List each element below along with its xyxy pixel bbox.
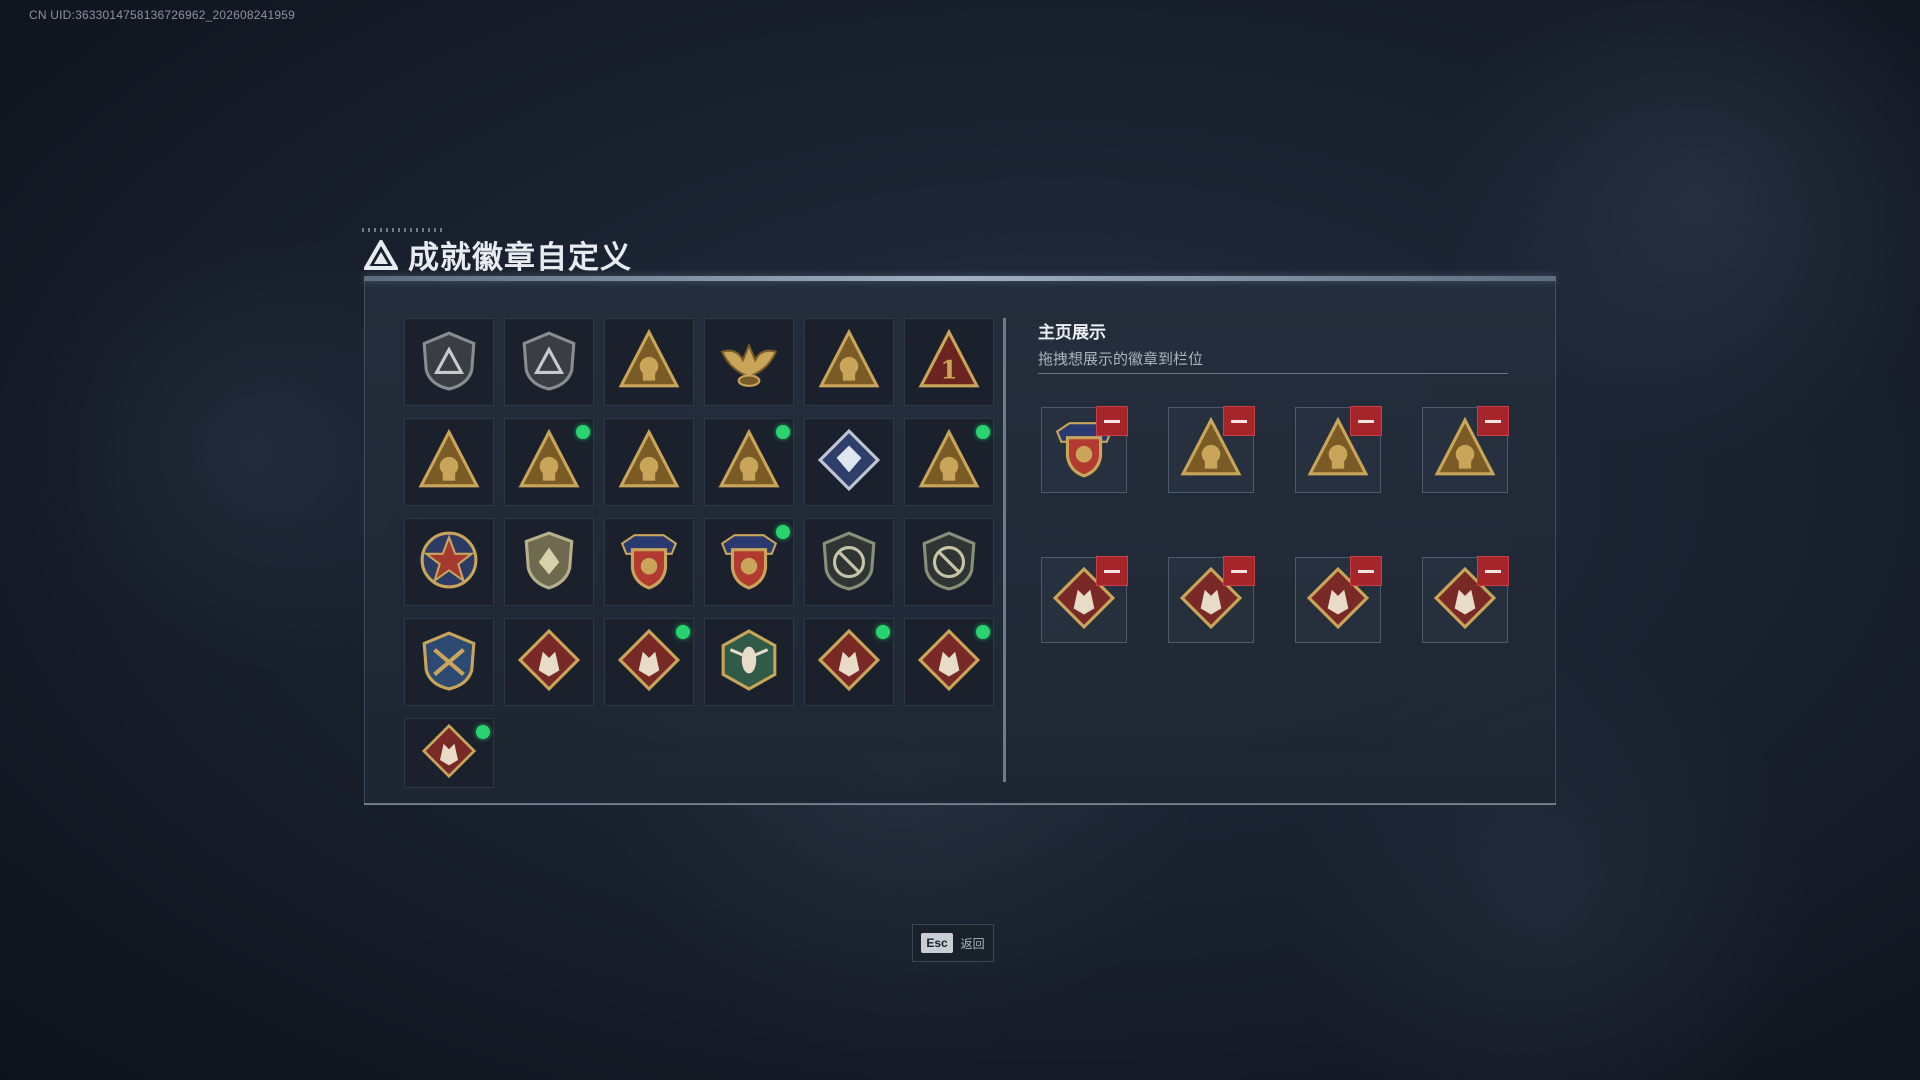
no-rifle-shield-icon [918,529,980,596]
showcase-slot[interactable] [1041,556,1128,643]
remove-badge-button[interactable] [1477,406,1509,436]
uid-text: CN UID:3633014758136726962_202608241959 [29,8,296,22]
back-button[interactable]: Esc 返回 [912,924,994,962]
remove-badge-button[interactable] [1477,556,1509,586]
badge-cell[interactable] [904,518,994,606]
dragon-diamond-icon [817,628,881,696]
snake-sword-diamond-icon [421,723,477,783]
badge-cell[interactable] [804,418,894,506]
badge-cell[interactable] [604,518,694,606]
showcase-slot[interactable] [1041,406,1128,493]
triangle-soldier-icon [618,428,680,496]
remove-badge-button[interactable] [1350,556,1382,586]
panel-top-bar [364,276,1556,281]
showcase-slot[interactable] [1422,556,1509,643]
badge-cell[interactable]: 1 [904,318,994,406]
badge-cell[interactable] [404,418,494,506]
crossed-guns-shield-icon [418,629,480,696]
wolf-diamond-icon [617,628,681,696]
panel-divider [1003,318,1006,782]
badge-cell[interactable] [604,318,694,406]
triangle-rocket-icon [718,428,780,496]
esc-key: Esc [921,933,953,953]
showcase-slot[interactable] [1168,556,1255,643]
showcase-slot[interactable] [1295,406,1382,493]
page-title: 成就徽章自定义 [408,240,632,275]
triangle-bowl-icon [818,328,880,396]
winged-shield-icon [718,529,780,596]
showcase-slot[interactable] [1422,406,1509,493]
wolf-diamond-icon [517,628,581,696]
new-badge-indicator [976,625,990,639]
badge-cell[interactable] [704,318,794,406]
remove-badge-button[interactable] [1096,406,1128,436]
triangle-58-icon [618,328,680,396]
showcase-divider [1038,373,1508,374]
horse-diamond-icon [917,628,981,696]
star-medal-icon [418,529,480,596]
badge-cell[interactable] [804,518,894,606]
badge-cell[interactable] [804,618,894,706]
badge-cell[interactable] [504,318,594,406]
showcase-header: 主页展示 拖拽想展示的徽章到栏位 [1038,318,1508,369]
badge-cell[interactable] [504,418,594,506]
badge-cell[interactable] [604,418,694,506]
new-badge-indicator [776,425,790,439]
badge-cell[interactable] [704,618,794,706]
hornet-hexagon-icon [718,628,780,696]
badge-cell[interactable] [404,618,494,706]
badge-cell[interactable] [504,618,594,706]
back-label: 返回 [960,936,985,951]
remove-badge-button[interactable] [1223,556,1255,586]
remove-badge-button[interactable] [1096,556,1128,586]
shield-emblem-icon [518,529,580,596]
new-badge-indicator [976,425,990,439]
svg-text:1: 1 [940,355,957,384]
triangle-soldier-icon [418,428,480,496]
triangle-flamethrower-icon [918,428,980,496]
remove-badge-button[interactable] [1350,406,1382,436]
badge-cell[interactable] [404,718,494,788]
showcase-subtitle: 拖拽想展示的徽章到栏位 [1038,351,1204,368]
page-header: 成就徽章自定义 [364,232,632,277]
badge-cell[interactable] [604,618,694,706]
badge-grid: 1 [404,318,994,806]
showcase-slots [1041,406,1509,643]
showcase-title: 主页展示 [1038,323,1106,342]
triangle-number-one-icon: 1 [918,328,980,396]
remove-badge-button[interactable] [1223,406,1255,436]
no-rifle-shield-icon [818,529,880,596]
new-badge-indicator [676,625,690,639]
badge-cell[interactable] [404,518,494,606]
showcase-slot[interactable] [1168,406,1255,493]
new-badge-indicator [476,725,490,739]
badge-cell[interactable] [404,318,494,406]
badge-cell[interactable] [804,318,894,406]
new-badge-indicator [776,525,790,539]
badge-cell[interactable] [904,418,994,506]
new-badge-indicator [876,625,890,639]
badge-cell[interactable] [704,418,794,506]
triangle-soldier-icon [518,428,580,496]
badge-cell[interactable] [904,618,994,706]
crystal-diamond-icon [817,428,881,496]
helicopter-shield-icon [518,329,580,396]
winged-shield-icon [618,529,680,596]
badge-cell[interactable] [704,518,794,606]
eagle-emblem-icon [718,329,780,396]
badge-cell[interactable] [504,518,594,606]
shield-triangle-icon [418,329,480,396]
new-badge-indicator [576,425,590,439]
showcase-slot[interactable] [1295,556,1382,643]
delta-logo-icon [364,239,398,270]
